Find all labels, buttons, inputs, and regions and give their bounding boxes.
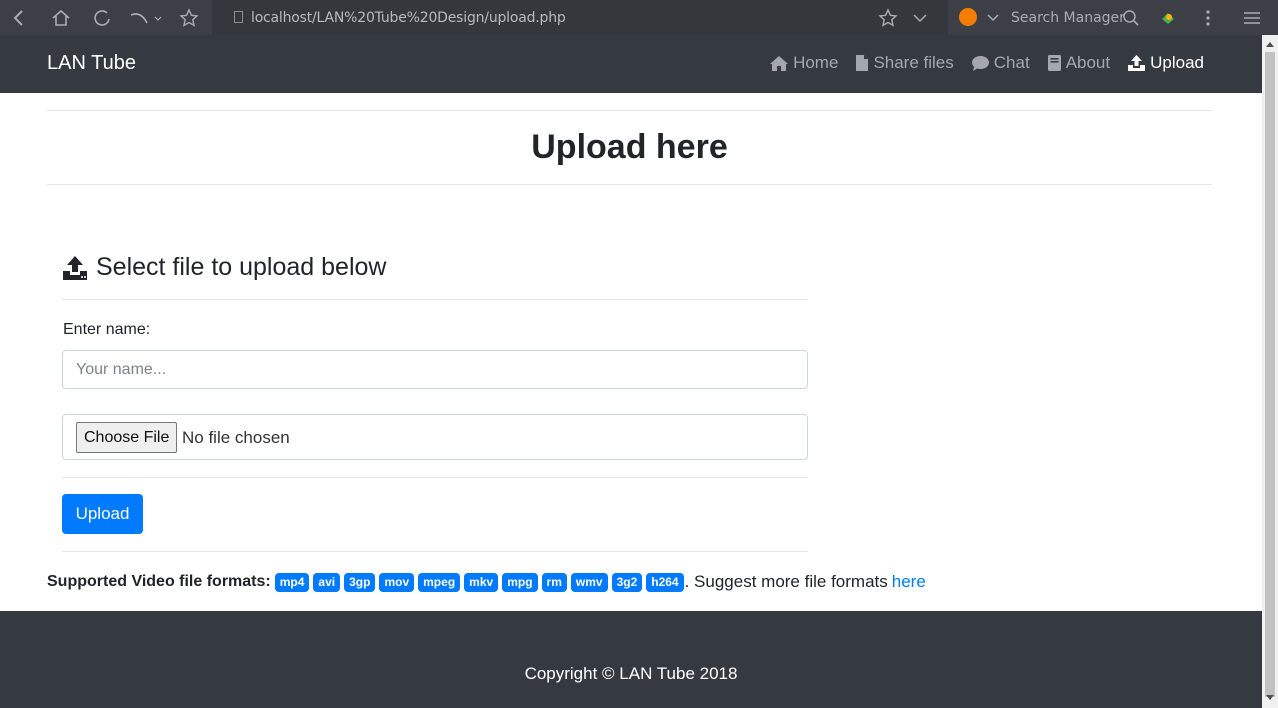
- search-icon[interactable]: [1120, 7, 1142, 29]
- extension-icon[interactable]: [1157, 7, 1179, 29]
- brand[interactable]: LAN Tube: [47, 52, 136, 75]
- nav-item-label: Home: [793, 53, 839, 72]
- more-vertical-icon[interactable]: [1197, 7, 1219, 29]
- upload-button[interactable]: Upload: [62, 494, 143, 534]
- section-heading: Select file to upload below: [62, 253, 386, 282]
- file-icon: [856, 55, 869, 71]
- format-badge: avi: [313, 572, 341, 592]
- name-label: Enter name:: [63, 321, 151, 338]
- upload-icon: [1128, 55, 1146, 71]
- divider: [62, 551, 808, 552]
- choose-file-button[interactable]: Choose File: [76, 422, 178, 453]
- divider: [62, 477, 808, 478]
- menu-icon[interactable]: [1241, 7, 1263, 29]
- scroll-down-icon[interactable]: [1266, 695, 1274, 700]
- copyright: Copyright © LAN Tube 2018: [524, 664, 738, 683]
- bookmark-star-icon[interactable]: [178, 7, 200, 29]
- home-browser-icon[interactable]: [50, 7, 72, 29]
- nav-item-home[interactable]: Home: [769, 53, 838, 73]
- footer: Copyright © LAN Tube 2018: [0, 611, 1262, 708]
- home-icon: [770, 55, 789, 71]
- nav-item-upload[interactable]: Upload: [1127, 53, 1204, 73]
- format-badge: wmv: [570, 572, 608, 592]
- file-status: No file chosen: [182, 428, 290, 447]
- divider: [62, 299, 808, 300]
- format-badge: h264: [646, 572, 684, 592]
- star-icon[interactable]: [877, 7, 899, 29]
- search-field[interactable]: Search Manager: [1011, 10, 1125, 26]
- suggest-link[interactable]: here: [892, 572, 926, 592]
- nav-item-label: Chat: [993, 53, 1030, 72]
- nav-item-label: Upload: [1150, 53, 1204, 72]
- suggest-text: . Suggest more file formats: [684, 572, 888, 591]
- search-engine-icon[interactable]: [959, 8, 977, 26]
- nav-menu: Home Share files Chat About Upload: [752, 53, 1204, 73]
- supported-formats: Supported Video file formats: mp4 avi 3g…: [47, 572, 926, 592]
- format-badge: 3gp: [344, 572, 376, 592]
- history-icon[interactable]: [129, 7, 163, 29]
- back-icon[interactable]: [8, 7, 30, 29]
- book-icon: [1047, 55, 1061, 71]
- page-icon: [234, 11, 243, 23]
- format-badge: 3g2: [611, 572, 643, 592]
- scroll-thumb[interactable]: [1265, 52, 1275, 697]
- nav-item-label: About: [1065, 53, 1111, 72]
- file-input[interactable]: Choose File No file chosen: [62, 414, 808, 460]
- chevron-down-icon[interactable]: [909, 7, 931, 29]
- section-heading-text: Select file to upload below: [96, 253, 387, 281]
- reload-icon[interactable]: [91, 7, 113, 29]
- scroll-up-icon[interactable]: [1266, 42, 1274, 47]
- scrollbar[interactable]: [1262, 35, 1278, 708]
- url-text[interactable]: localhost/LAN%20Tube%20Design/upload.php: [251, 10, 566, 26]
- divider: [47, 184, 1212, 185]
- format-badge: mpg: [502, 572, 538, 592]
- format-badge: mkv: [464, 572, 499, 592]
- divider: [47, 110, 1212, 111]
- format-badge: mov: [379, 572, 415, 592]
- name-input[interactable]: [62, 350, 808, 389]
- nav-item-share-files[interactable]: Share files: [855, 53, 954, 73]
- chat-icon: [971, 55, 989, 71]
- nav-item-chat[interactable]: Chat: [971, 53, 1030, 73]
- format-badge: rm: [541, 572, 567, 592]
- upload-icon: [63, 255, 87, 280]
- nav-item-label: Share files: [873, 53, 954, 72]
- format-badge: mpeg: [418, 572, 461, 592]
- format-badge: mp4: [274, 572, 310, 592]
- browser-toolbar: localhost/LAN%20Tube%20Design/upload.php…: [0, 0, 1278, 35]
- navbar: LAN Tube Home Share files Chat About Upl…: [0, 35, 1262, 93]
- nav-item-about[interactable]: About: [1047, 53, 1110, 73]
- formats-label: Supported Video file formats:: [47, 573, 271, 590]
- page-title: Upload here: [531, 128, 728, 166]
- search-dropdown-icon[interactable]: [982, 7, 1004, 29]
